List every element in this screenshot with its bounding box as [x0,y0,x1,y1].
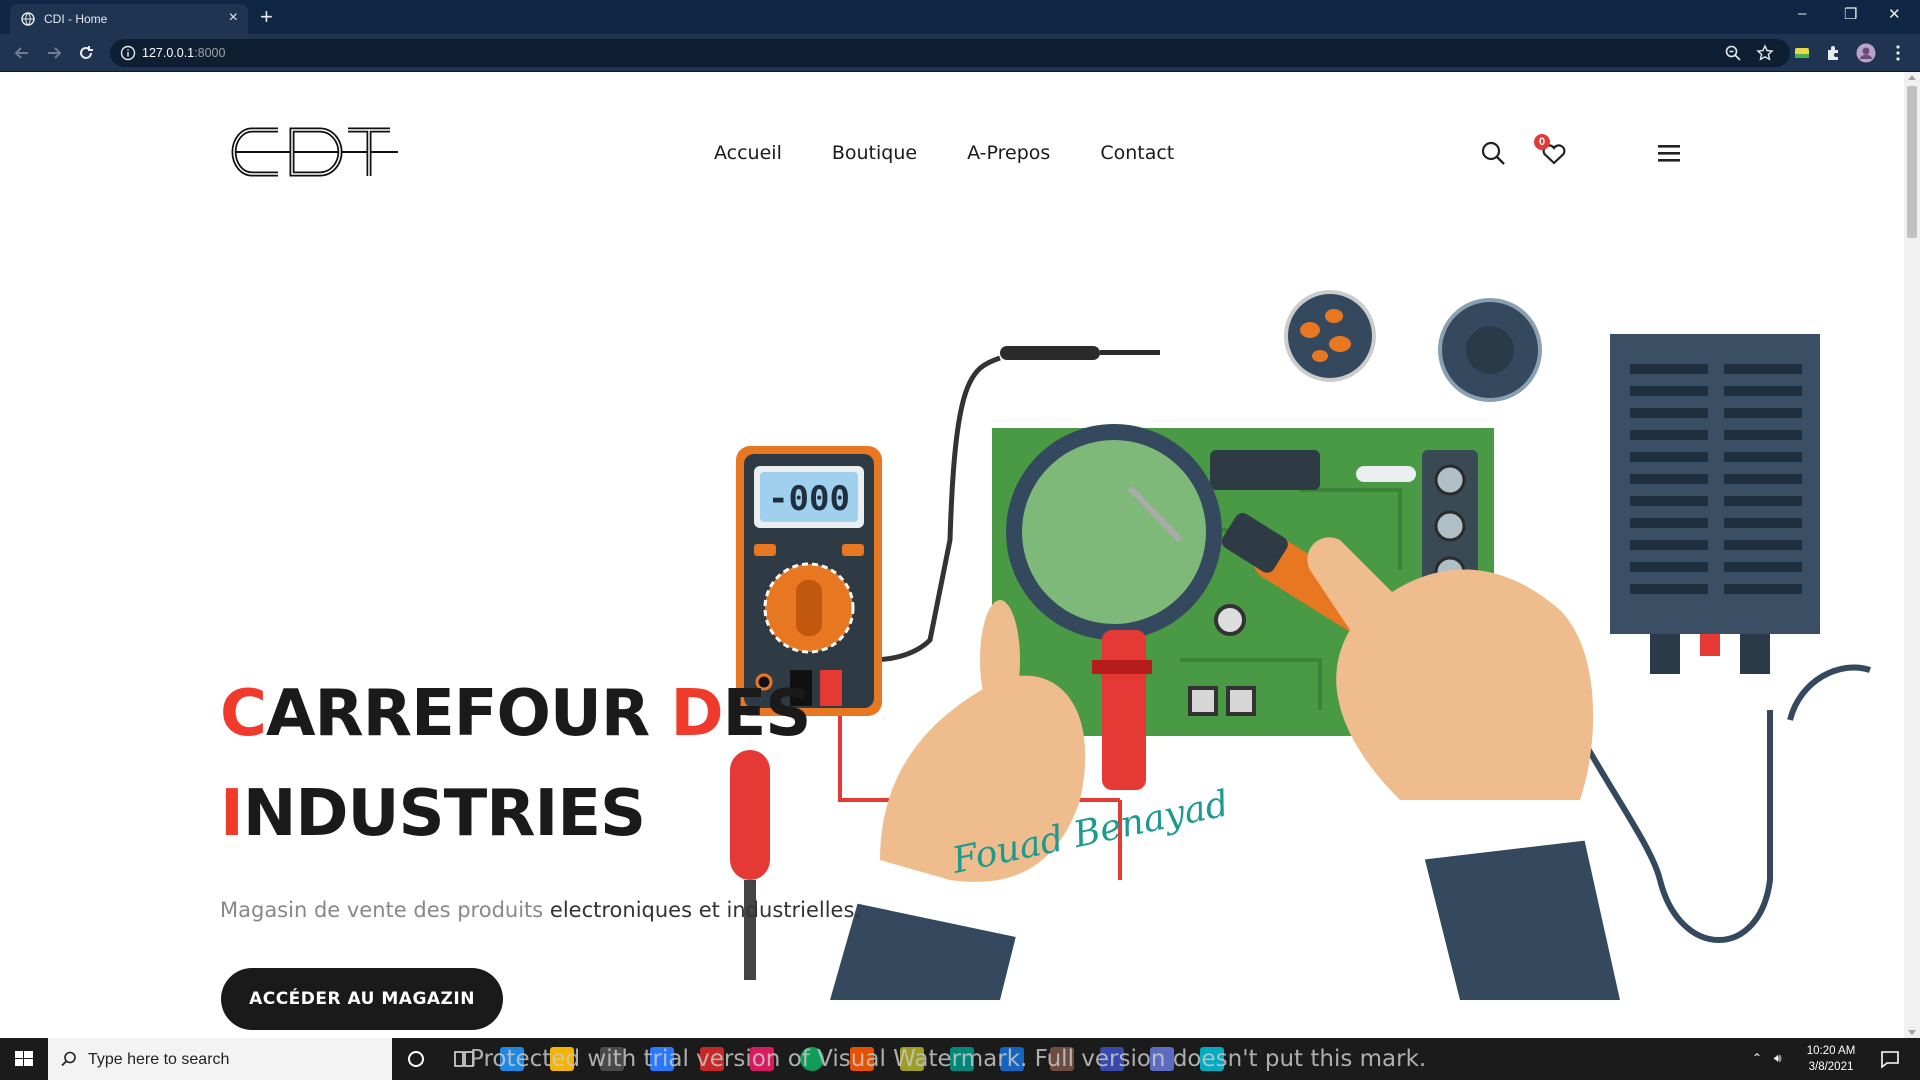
clock-date: 3/8/2021 [1808,1061,1854,1073]
globe-icon [21,12,35,26]
taskbar-search-placeholder: Type here to search [88,1051,230,1068]
scrollbar-thumb[interactable] [1907,86,1917,238]
nav-boutique[interactable]: Boutique [832,142,917,164]
hero-subtitle: Magasin de vente des produits electroniq… [220,898,862,922]
nav-contact[interactable]: Contact [1100,142,1174,164]
browser-tab-strip: CDI - Home × + – ❐ ✕ [0,0,1920,34]
tab-title: CDI - Home [44,12,108,26]
hero-title-line-1: CARREFOUR DES [220,677,811,751]
windows-start-icon[interactable] [0,1038,48,1080]
hero-title-line-2: INDUSTRIES [220,777,646,851]
back-arrow-icon[interactable] [12,43,32,63]
puzzle-extensions-icon[interactable] [1824,43,1844,63]
hamburger-menu-icon[interactable] [1657,143,1681,163]
cdi-logo[interactable] [230,120,400,184]
url-text: 127.0.0.1:8000 [142,46,226,60]
forward-arrow-icon[interactable] [44,43,64,63]
taskbar-clock[interactable]: 10:20 AM 3/8/2021 [1800,1043,1862,1075]
nav-a-prepos[interactable]: A-Prepos [967,142,1050,164]
shop-cta-button[interactable]: ACCÉDER AU MAGAZIN [221,968,503,1030]
address-bar[interactable]: 127.0.0.1:8000 [110,39,1790,67]
wishlist-count-badge: 0 [1534,134,1550,150]
reload-icon[interactable] [76,43,96,63]
main-navigation: Accueil Boutique A-Prepos Contact [714,142,1174,164]
search-icon[interactable] [1480,140,1506,166]
bookmark-star-icon[interactable] [1756,44,1774,62]
scroll-down-arrow-icon[interactable] [1908,1030,1916,1035]
windows-taskbar: Type here to search Protected with trial… [0,1038,1920,1080]
browser-tab[interactable]: CDI - Home × [10,4,248,34]
new-tab-button[interactable]: + [260,4,273,30]
notification-center-icon[interactable] [1878,1047,1902,1071]
close-tab-icon[interactable]: × [229,9,238,27]
browser-toolbar: 127.0.0.1:8000 [0,34,1920,72]
hero-illustration: -000 [730,290,1871,1000]
trial-watermark-text: Protected with trial version of Visual W… [470,1046,1427,1072]
profile-avatar[interactable] [1856,43,1876,63]
close-window-button[interactable]: ✕ [1888,5,1901,23]
minimize-button[interactable]: – [1798,5,1806,22]
nav-accueil[interactable]: Accueil [714,142,782,164]
scroll-up-arrow-icon[interactable] [1908,75,1916,80]
cortana-icon[interactable] [404,1047,428,1071]
zoom-icon[interactable] [1724,44,1742,62]
page-viewport: Accueil Boutique A-Prepos Contact 0 -000… [0,72,1904,1038]
clock-time: 10:20 AM [1806,1045,1856,1057]
info-icon[interactable] [120,45,136,61]
page-scrollbar[interactable] [1904,72,1920,1038]
taskbar-search-box[interactable]: Type here to search [48,1038,392,1080]
restore-button[interactable]: ❐ [1844,5,1857,23]
volume-icon[interactable]: 🔊︎ [1774,1051,1782,1066]
hero-title: CARREFOUR DES INDUSTRIES [220,664,811,864]
browser-menu-icon[interactable] [1888,43,1908,63]
tray-chevron-icon[interactable]: ⌃ [1752,1051,1762,1065]
search-icon [61,1051,76,1067]
extension-icon[interactable] [1792,43,1812,63]
multimeter-display-text: -000 [768,479,850,519]
